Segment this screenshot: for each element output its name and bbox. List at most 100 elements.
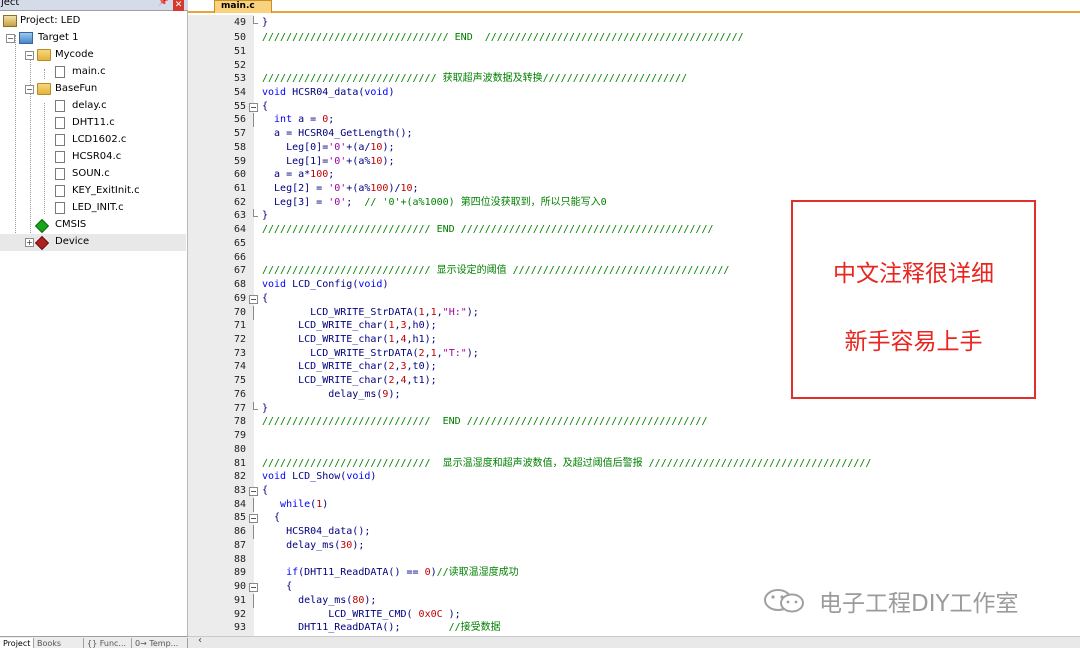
comment-text: //接受数据 [448, 622, 501, 633]
pin-icon[interactable]: 📌 [158, 0, 169, 7]
tab-templates[interactable]: 0→ Temp... [132, 638, 188, 648]
fold-toggle-icon[interactable] [249, 580, 258, 594]
line-number: 52 [233, 60, 246, 71]
code-text: a = [292, 114, 323, 125]
number-literal: 100 [310, 169, 329, 180]
fold-toggle-icon[interactable] [249, 100, 258, 114]
comment-text: //////////////////////////// [262, 265, 437, 276]
line-number: 82 [233, 471, 246, 482]
code-text: DHT11_ReadDATA(); [262, 622, 449, 633]
tree-item-mycode-label: Mycode [55, 49, 94, 60]
code-line: delay_ms(30); [262, 539, 364, 553]
keyword: void [262, 279, 287, 290]
code-line: Leg[0]='0'+(a/10); [262, 141, 394, 155]
code-text: ); [364, 595, 377, 606]
tree-item-file[interactable]: main.c [0, 64, 186, 81]
tree-item-device[interactable]: + Device [0, 234, 186, 251]
code-line: LCD_WRITE_char(1,4,h1); [262, 333, 437, 347]
code-text: +(a% [346, 156, 371, 167]
code-text: ); [442, 609, 461, 620]
fold-toggle-icon[interactable] [249, 484, 258, 498]
code-text: delay_ms( [262, 389, 383, 400]
comment-text: //读取温湿度成功 [436, 567, 519, 578]
code-text: } [262, 17, 269, 28]
code-text: ; [346, 197, 365, 208]
code-text: ) [322, 499, 329, 510]
horizontal-scrollbar[interactable]: ‹ [188, 635, 1080, 648]
line-number: 63 [233, 210, 246, 221]
tab-books[interactable]: Books [34, 638, 84, 648]
line-number: 66 [233, 252, 246, 263]
fold-guide [249, 525, 258, 586]
string-literal: '0' [328, 142, 347, 153]
device-icon [34, 235, 50, 251]
c-file-icon [55, 117, 65, 129]
code-line: LCD_WRITE_CMD( 0x0C ); [262, 608, 461, 622]
scroll-left-icon[interactable]: ‹ [198, 635, 202, 646]
collapse-icon[interactable]: − [6, 34, 15, 43]
tree-item-cmsis[interactable]: CMSIS [0, 217, 186, 234]
code-text: LCD_WRITE_char( [262, 320, 389, 331]
line-number: 59 [233, 156, 246, 167]
code-text: ,h1); [406, 334, 437, 345]
line-number: 80 [233, 444, 246, 455]
code-text: HCSR04_data(); [262, 526, 371, 537]
c-file-icon [55, 202, 65, 214]
code-text: ) [382, 279, 389, 290]
tree-item-mycode[interactable]: − Mycode [0, 47, 186, 64]
line-number: 91 [233, 595, 246, 606]
code-text: { [262, 485, 269, 496]
code-text: ); [388, 389, 401, 400]
tree-item-cmsis-label: CMSIS [55, 219, 87, 230]
code-line: //////////////////////////// END ///////… [262, 415, 708, 429]
code-line: a = a*100; [262, 168, 334, 182]
collapse-icon[interactable]: − [25, 85, 34, 94]
tree-item-file[interactable]: KEY_ExitInit.c [0, 183, 186, 200]
code-text: ; [412, 183, 419, 194]
expand-icon[interactable]: + [25, 238, 34, 247]
code-text: Leg[1]= [262, 156, 329, 167]
code-text: +(a% [346, 183, 371, 194]
wechat-icon [764, 589, 804, 613]
tree-item-file[interactable]: SOUN.c [0, 166, 186, 183]
line-number: 77 [233, 403, 246, 414]
code-line: a = HCSR04_GetLength(); [262, 127, 412, 141]
line-number: 64 [233, 224, 246, 235]
fold-toggle-icon[interactable] [249, 292, 258, 306]
code-line: } [262, 209, 268, 223]
code-text: { [262, 512, 281, 523]
line-number: 60 [233, 169, 246, 180]
tree-item-file[interactable]: DHT11.c [0, 115, 186, 132]
tree-item-file-label: delay.c [72, 100, 107, 111]
line-number: 70 [233, 307, 246, 318]
tab-functions[interactable]: {} Func... [84, 638, 132, 648]
line-number: 84 [233, 499, 246, 510]
collapse-icon[interactable]: − [25, 51, 34, 60]
code-text: } [262, 403, 269, 414]
code-text: LCD_WRITE_StrDATA( [262, 348, 419, 359]
tree-item-file[interactable]: LCD1602.c [0, 132, 186, 149]
tab-project[interactable]: Project [0, 638, 34, 648]
c-file-icon [55, 134, 65, 146]
comment-text: ///////////////////////////////////// [648, 458, 872, 469]
code-text: )/ [388, 183, 401, 194]
fold-toggle-icon[interactable] [249, 511, 258, 525]
tree-item-file[interactable]: delay.c [0, 98, 186, 115]
tree-item-target[interactable]: − Target 1 [0, 30, 186, 47]
code-text: Leg[2] = [262, 183, 329, 194]
keyword: while [262, 499, 311, 510]
fold-guide [249, 594, 258, 636]
tree-item-file[interactable]: LED_INIT.c [0, 200, 186, 217]
line-number: 68 [233, 279, 246, 290]
tree-item-project[interactable]: Project: LED [0, 13, 186, 30]
close-icon[interactable]: ✕ [173, 0, 184, 11]
panel-bottom-tabs: Project Books {} Func... 0→ Temp... [0, 636, 188, 648]
keyword: void [262, 471, 287, 482]
code-line: Leg[1]='0'+(a%10); [262, 155, 394, 169]
code-text: ) [370, 471, 377, 482]
comment-text: /////////////////////////////// END ////… [262, 32, 744, 43]
tab-main-c[interactable]: main.c [214, 0, 272, 13]
tree-item-basefun[interactable]: − BaseFun [0, 81, 186, 98]
tree-item-file[interactable]: HCSR04.c [0, 149, 186, 166]
cmsis-icon [34, 218, 50, 234]
